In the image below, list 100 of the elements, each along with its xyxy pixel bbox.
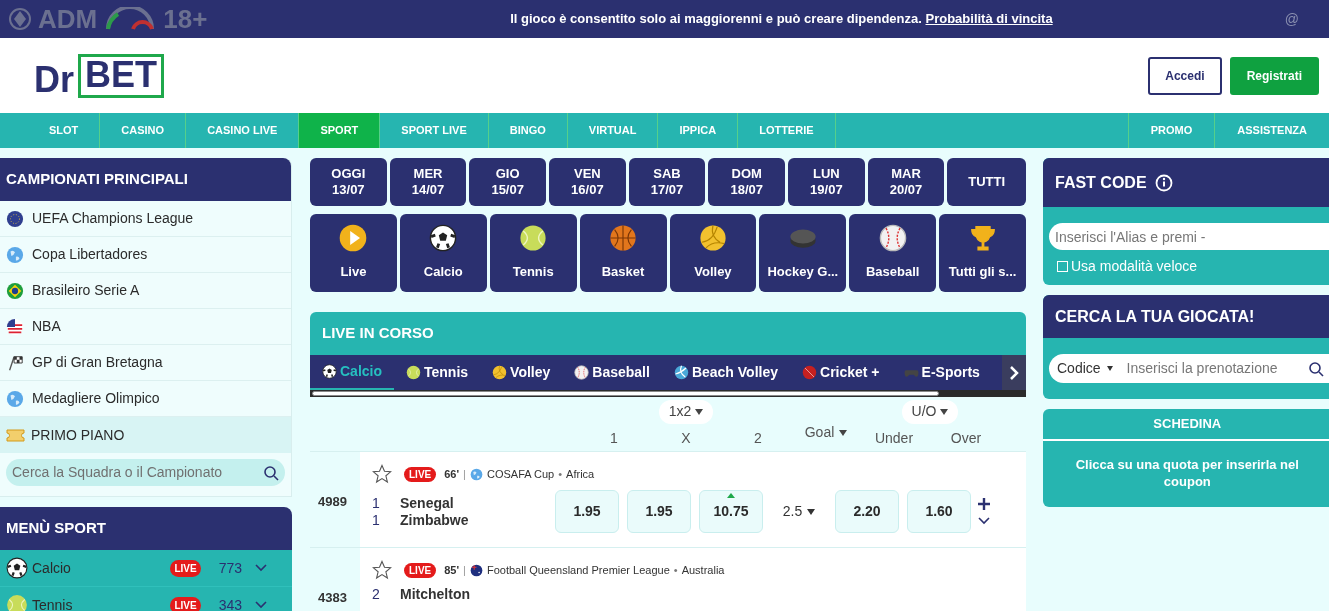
code-type-dropdown[interactable]: Codice: [1057, 358, 1113, 379]
search-icon[interactable]: [263, 464, 279, 481]
league-item[interactable]: Brasileiro Serie A: [0, 273, 291, 309]
soccer-ball-icon: [322, 364, 337, 379]
scroll-right-button[interactable]: [1002, 355, 1026, 390]
team-score: 1: [372, 510, 381, 530]
odds-link[interactable]: Probabilità di vincita: [925, 11, 1053, 27]
date-tab[interactable]: TUTTI: [947, 158, 1027, 206]
region-name: Africa: [566, 466, 595, 482]
info-icon[interactable]: [1154, 173, 1173, 192]
date-tab[interactable]: MER 14/07: [389, 158, 467, 206]
emblem-icon: [8, 7, 32, 31]
league-item[interactable]: NBA: [0, 309, 291, 345]
match-row[interactable]: LIVE 66' | COSAFA Cup • Africa 1 Senegal 1 Zimbabwe 1.95 1.95 10.75 2.5 2.20 1.60: [360, 452, 1026, 547]
odds-button[interactable]: 1.95: [627, 490, 691, 533]
live-badge: LIVE: [170, 559, 201, 577]
goal-line-dropdown[interactable]: Goal: [804, 422, 848, 443]
live-sport-filter-tab[interactable]: Beach Volley: [661, 355, 790, 390]
date-tab[interactable]: GIO 15/07: [469, 158, 546, 206]
odds-button[interactable]: 2.20: [835, 490, 899, 533]
sport-menu-item[interactable]: Tennis LIVE 343: [0, 587, 292, 611]
league-item[interactable]: UEFA Champions League: [0, 201, 291, 237]
column-header: Under: [873, 428, 915, 448]
baseball-icon: [574, 365, 590, 380]
date-tab[interactable]: VEN 16/07: [549, 158, 626, 206]
sport-tile[interactable]: Baseball: [849, 214, 937, 292]
corner-symbol: @: [1284, 9, 1299, 29]
live-badge: LIVE: [170, 596, 201, 611]
sport-tile[interactable]: Hockey G...: [759, 214, 847, 292]
alias-input[interactable]: Inserisci l'Alias e premi -: [1049, 223, 1329, 250]
bullet-text: •: [558, 466, 563, 482]
separator-text: |: [463, 466, 466, 482]
market-dropdown[interactable]: U/O: [901, 399, 959, 424]
chevron-down-icon[interactable]: [254, 600, 268, 610]
live-sport-filter-tab[interactable]: Volley: [480, 355, 563, 390]
date-tab[interactable]: SAB 17/07: [628, 158, 706, 206]
region-name: Australia: [681, 562, 725, 578]
sport-menu-item[interactable]: Calcio LIVE 773: [0, 550, 292, 587]
column-header: 1: [609, 428, 619, 448]
notice-text: Il gioco è consentito solo ai maggiorenni e può creare dipendenza.: [510, 11, 922, 27]
featured-item[interactable]: PRIMO PIANO: [0, 417, 291, 453]
sport-tile[interactable]: Tutti gli s...: [939, 214, 1026, 292]
caret-icon: [839, 429, 848, 436]
login-button[interactable]: Accedi: [1148, 56, 1222, 95]
date-tab[interactable]: LUN 19/07: [788, 158, 865, 206]
search-field[interactable]: Cerca la Squadra o il Campionato: [6, 459, 285, 486]
caret-icon: [1106, 366, 1113, 371]
league-item[interactable]: Copa Libertadores: [0, 237, 291, 273]
match-row[interactable]: LIVE 85' | Football Queensland Premier League • Australia 2 Mitchelton: [360, 548, 1026, 611]
competition-name: Football Queensland Premier League: [486, 562, 670, 578]
bullet-text: •: [673, 562, 678, 578]
caret-icon: [807, 508, 816, 515]
star-icon[interactable]: [372, 560, 392, 580]
eu-flag-icon: [6, 209, 24, 228]
date-tab[interactable]: OGGI 13/07: [310, 158, 387, 206]
beach-ball-icon: [673, 365, 689, 380]
match-minute: 66': [444, 466, 460, 482]
live-badge: LIVE: [404, 562, 437, 578]
odds-button[interactable]: 10.75: [699, 490, 763, 533]
plus-icon[interactable]: [978, 497, 990, 510]
sport-tile[interactable]: Basket: [579, 214, 667, 292]
sport-tile[interactable]: Tennis: [489, 214, 577, 292]
column-header: X: [680, 428, 692, 448]
column-header: 2: [753, 428, 763, 448]
odds-button[interactable]: 1.95: [555, 490, 619, 533]
odds-button[interactable]: 1.60: [907, 490, 971, 533]
live-sport-filter-tab[interactable]: E-Sports: [891, 355, 992, 390]
soccer-ball-icon: [429, 224, 458, 253]
live-sport-filter-tab[interactable]: Cricket +: [790, 355, 892, 390]
tennis-ball-icon: [519, 224, 548, 253]
search-icon[interactable]: [1307, 360, 1324, 377]
sport-tile[interactable]: Volley: [669, 214, 757, 292]
checkered-flag-icon: [6, 353, 24, 372]
live-sport-filter-tab[interactable]: Baseball: [562, 355, 662, 390]
sport-name: Calcio: [32, 558, 72, 578]
volleyball-icon: [698, 224, 727, 253]
live-sport-filter-tab[interactable]: Tennis: [394, 355, 481, 390]
star-icon[interactable]: [372, 464, 392, 484]
date-tab[interactable]: MAR 20/07: [867, 158, 945, 206]
team-name: Zimbabwe: [400, 511, 469, 530]
chevron-down-icon[interactable]: [254, 563, 268, 573]
caret-icon: [695, 408, 704, 415]
ticket-icon: [6, 428, 25, 442]
date-tab[interactable]: DOM 18/07: [708, 158, 786, 206]
event-code: 4989: [317, 493, 348, 511]
match-minute: 85': [444, 562, 460, 578]
sport-tile[interactable]: Live: [310, 214, 397, 292]
booking-search-field[interactable]: Codice Inserisci la prenotazione: [1049, 354, 1329, 383]
australia-flag-icon: [469, 563, 483, 577]
panel-header: CAMPIONATI PRINCIPALI: [0, 158, 291, 201]
market-dropdown[interactable]: 1x2: [658, 399, 714, 424]
baseball-icon: [878, 224, 907, 253]
caret-icon: [940, 408, 949, 415]
league-item[interactable]: GP di Gran Bretagna: [0, 345, 291, 381]
competition-name: COSAFA Cup: [486, 466, 555, 482]
bet-slip-message: Clicca su una quota per inserirla nel coupon: [1074, 456, 1300, 491]
goal-line-dropdown[interactable]: 2.5: [771, 501, 827, 522]
chevron-down-icon[interactable]: [977, 515, 991, 526]
live-badge: LIVE: [404, 466, 437, 482]
sport-tile[interactable]: Calcio: [399, 214, 487, 292]
